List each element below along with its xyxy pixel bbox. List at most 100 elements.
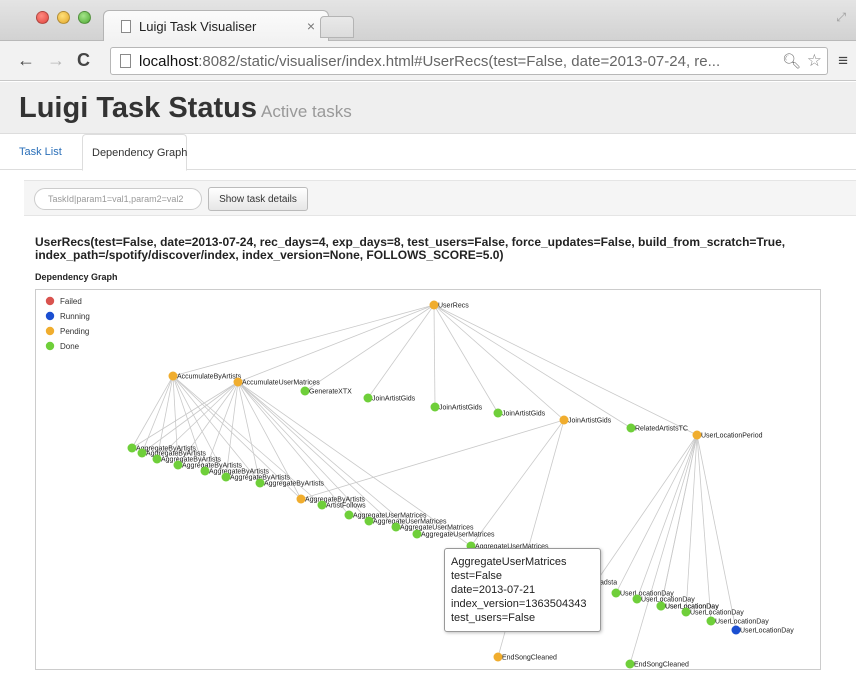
tooltip-line: index_version=1363504343 [451,598,587,610]
page-header: Luigi Task Status Active tasks [0,82,856,134]
graph-node[interactable]: EndSongCleaned [625,659,689,669]
node-label: JoinArtistGids [372,396,416,403]
task-id-input[interactable]: TaskId|param1=val1,param2=val2 [34,188,202,210]
minimize-window-button[interactable] [57,11,70,24]
browser-tab[interactable]: Luigi Task Visualiser × [103,10,329,41]
task-heading: UserRecs(test=False, date=2013-07-24, re… [35,235,786,262]
page-content: Luigi Task Status Active tasks Task List… [0,82,856,700]
tooltip-line: test_users=False [451,612,536,624]
new-tab-button[interactable] [320,16,354,38]
tooltip-line: test=False [451,570,503,582]
graph-edge [433,304,698,436]
graph-node[interactable]: ArtistFollows [317,500,367,510]
browser-window: Luigi Task Visualiser × ⤢ ← → C localhos… [0,0,856,700]
graph-node[interactable]: UserLocationDay [681,607,745,617]
node-label: UserRecs [438,303,469,310]
node-label: UserLocationDay [690,610,744,617]
node-label: EndSongCleaned [634,662,689,669]
node-label: UserLocationPeriod [701,433,763,440]
page-subtitle: Active tasks [261,102,352,121]
legend-label: Running [60,312,90,321]
graph-node[interactable]: UserLocationDay [706,616,770,626]
graph-edge [131,375,174,449]
node-label: AggregateByArtists [264,481,324,488]
browser-toolbar: ← → C localhost:8082/static/visualiser/i… [0,41,856,81]
graph-node[interactable]: JoinArtistGids [430,402,483,412]
dependency-graph[interactable]: UserRecs AccumulateByArtists AccumulateUse… [35,289,821,670]
page-icon [121,20,131,33]
forward-arrow-icon[interactable]: → [47,50,65,71]
graph-node[interactable]: UserLocationDay [632,594,696,604]
graph-edge [696,434,712,622]
back-arrow-icon[interactable]: ← [17,50,35,71]
node-label: ArtistFollows [326,503,366,510]
graph-edge [237,381,397,528]
graph-node[interactable]: UserRecs [429,300,470,310]
graph-node[interactable]: JoinArtistGids [493,408,546,418]
graph-node[interactable]: AggregateUserMatrices [412,529,496,539]
close-window-button[interactable] [36,11,49,24]
graph-edge [470,419,565,547]
node-label: adsta [600,580,617,587]
node-label: UserLocationDay [641,597,695,604]
reload-icon[interactable]: C [77,50,90,71]
graph-legend: Failed Running Pending Done [45,296,90,351]
graph-node[interactable]: UserLocationPeriod [692,430,763,440]
graph-node[interactable]: AggregateByArtists [255,478,325,488]
graph-edge [615,434,698,594]
node-label: AggregateUserMatrices [400,525,474,532]
legend-swatch [45,326,55,336]
graph-edge [696,434,737,631]
graph-node[interactable]: AccumulateUserMatrices [233,377,321,387]
graph-edge [629,434,698,665]
legend-label: Failed [60,297,82,306]
legend-swatch [45,311,55,321]
graph-edge [300,419,565,500]
graph-edge [172,304,435,377]
tab-close-icon[interactable]: × [307,18,315,34]
legend-swatch [45,296,55,306]
address-bar[interactable]: localhost:8082/static/visualiser/index.h… [110,47,828,75]
graph-canvas[interactable]: UserRecs AccumulateByArtistsAccumulateUse… [36,290,821,670]
graph-node[interactable]: JoinArtistGids [559,415,612,425]
url-host: localhost [139,53,199,70]
tab-task-list[interactable]: Task List [19,134,62,168]
graph-node[interactable]: AggregateUserMatrices [391,522,475,532]
graph-edges [131,304,737,665]
menu-icon[interactable]: ≡ [838,51,848,71]
url-path: :8082/static/visualiser/index.html#UserR… [198,53,721,70]
page-icon [120,54,131,68]
graph-node[interactable]: GenerateXTX [300,386,353,396]
graph-node[interactable]: EndSongCleaned [493,652,557,662]
legend-swatch [45,341,55,351]
tab-dependency-graph[interactable]: Dependency Graph [82,134,187,171]
node-label: JoinArtistGids [439,405,483,412]
node-label: GenerateXTX [309,389,352,396]
graph-edge [367,304,435,399]
graph-node[interactable]: AccumulateByArtists [168,371,242,381]
tooltip-line: date=2013-07-21 [451,584,536,596]
fullscreen-icon[interactable]: ⤢ [836,10,846,25]
star-icon[interactable]: ☆ [807,51,822,71]
tooltip-line: AggregateUserMatrices [451,556,567,568]
node-label: AccumulateUserMatrices [242,380,320,387]
task-controls: TaskId|param1=val1,param2=val2 Show task… [24,180,856,216]
node-label: EndSongCleaned [502,655,557,662]
dependency-graph-label: Dependency Graph [35,272,118,282]
show-task-details-button[interactable]: Show task details [208,187,308,211]
zoom-window-button[interactable] [78,11,91,24]
node-label: JoinArtistGids [502,411,546,418]
graph-node[interactable]: JoinArtistGids [363,393,416,403]
url-text[interactable]: localhost:8082/static/visualiser/index.h… [139,53,759,70]
node-label: UserLocationDay [740,628,794,635]
graph-edge [433,304,436,408]
graph-edge [131,381,239,449]
node-label: AccumulateByArtists [177,374,242,381]
tab-title: Luigi Task Visualiser [139,19,257,34]
legend-label: Pending [60,327,89,336]
graph-node[interactable]: RelatedArtistsTC [626,423,688,433]
legend-label: Done [60,342,80,351]
zoom-icon[interactable]: 🔍︎ [782,52,801,70]
graph-node[interactable]: UserLocationDay [731,625,795,635]
graph-edge [433,304,565,421]
